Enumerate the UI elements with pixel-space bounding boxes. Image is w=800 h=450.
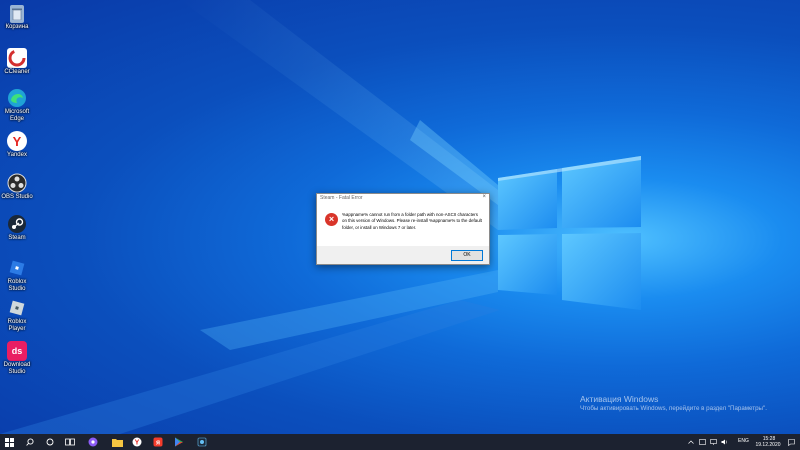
windows-logo-icon <box>4 437 14 447</box>
desktop-icon-label: Roblox Studio <box>7 279 27 292</box>
dialog-title-bar[interactable]: Steam - Fatal Error × <box>317 194 489 204</box>
obs-icon <box>7 173 27 193</box>
steam-icon <box>7 214 27 234</box>
dialog-message: %appname% cannot run from a folder path … <box>342 212 482 230</box>
notification-icon <box>787 438 795 446</box>
roblox-player-icon <box>7 298 27 318</box>
edge-icon <box>7 88 27 108</box>
app-icon <box>197 437 207 447</box>
desktop: Корзина CCleaner Microsoft Edge Y Yandex… <box>0 0 800 434</box>
desktop-icon-roblox-studio[interactable]: Roblox Studio <box>0 258 34 293</box>
desktop-icon-steam[interactable]: Steam <box>0 214 34 242</box>
error-icon: × <box>325 213 338 226</box>
alice-icon <box>88 437 98 447</box>
desktop-icon-download-studio[interactable]: ds Download Studio <box>0 341 34 376</box>
taskbar-alice[interactable] <box>84 434 102 450</box>
svg-text:Y: Y <box>135 440 140 447</box>
yandex-browser-icon: Y <box>132 437 142 447</box>
search-button[interactable] <box>22 434 38 450</box>
download-studio-icon: ds <box>7 341 27 361</box>
yandex-icon: Y <box>7 131 27 151</box>
taskbar-app-steam[interactable] <box>193 434 211 450</box>
desktop-icon-obs[interactable]: OBS Studio <box>0 173 34 201</box>
volume-icon <box>721 439 727 445</box>
task-view-icon <box>65 438 75 446</box>
close-icon[interactable]: × <box>482 194 486 200</box>
desktop-icon-label: CCleaner <box>4 69 30 75</box>
desktop-icon-ccleaner[interactable]: CCleaner <box>0 48 34 76</box>
taskbar-google-play[interactable] <box>170 434 188 450</box>
desktop-icon-label: Microsoft Edge <box>4 109 30 122</box>
task-view-button[interactable] <box>62 434 78 450</box>
ccleaner-icon <box>7 48 27 68</box>
taskbar-yandex[interactable]: я <box>149 434 167 450</box>
tray-overflow-chevron[interactable] <box>686 434 696 450</box>
dialog-footer: OK <box>317 246 489 264</box>
desktop-icon-roblox-player[interactable]: Roblox Player <box>0 298 34 333</box>
tray-volume[interactable] <box>719 434 729 450</box>
roblox-studio-icon <box>7 258 27 278</box>
yandex-icon: я <box>153 437 163 447</box>
desktop-icon-edge[interactable]: Microsoft Edge <box>0 88 34 123</box>
folder-icon <box>111 438 123 447</box>
dialog-title: Steam - Fatal Error <box>320 195 363 201</box>
taskbar-yandex-browser[interactable]: Y <box>128 434 146 450</box>
desktop-icon-label: Download Studio <box>3 362 31 375</box>
chevron-up-icon <box>688 440 694 444</box>
input-language-indicator[interactable]: ENG <box>738 438 749 444</box>
desktop-icon-yandex[interactable]: Y Yandex <box>0 131 34 159</box>
desktop-icon-label: Steam <box>8 235 26 241</box>
ok-button[interactable]: OK <box>451 249 483 261</box>
google-play-icon <box>175 437 183 447</box>
fatal-error-dialog: Steam - Fatal Error × × %appname% cannot… <box>316 193 490 265</box>
tray-app-icon <box>698 439 706 445</box>
clock-date[interactable]: 19.12.2020 <box>752 442 784 448</box>
recycle-bin-icon <box>10 5 24 23</box>
cortana-button[interactable] <box>42 434 58 450</box>
desktop-icon-label: Корзина <box>5 24 29 30</box>
activation-watermark-text: Чтобы активировать Windows, перейдите в … <box>580 405 767 412</box>
circle-icon <box>46 438 54 446</box>
desktop-icon-label: Yandex <box>7 152 27 158</box>
desktop-icon-recycle-bin[interactable]: Корзина <box>0 5 34 31</box>
search-icon <box>26 438 34 446</box>
activation-watermark-title: Активация Windows <box>580 394 659 404</box>
taskbar-file-explorer[interactable] <box>108 434 126 450</box>
tray-app[interactable] <box>697 434 707 450</box>
taskbar: Y я ENG 15:28 19.12.2020 <box>0 434 800 450</box>
start-button[interactable] <box>0 434 18 450</box>
network-icon <box>709 439 717 445</box>
desktop-icon-label: Roblox Player <box>7 319 27 332</box>
tray-network[interactable] <box>708 434 718 450</box>
svg-text:я: я <box>156 440 160 447</box>
action-center-button[interactable] <box>785 434 797 450</box>
desktop-icon-label: OBS Studio <box>1 194 33 200</box>
